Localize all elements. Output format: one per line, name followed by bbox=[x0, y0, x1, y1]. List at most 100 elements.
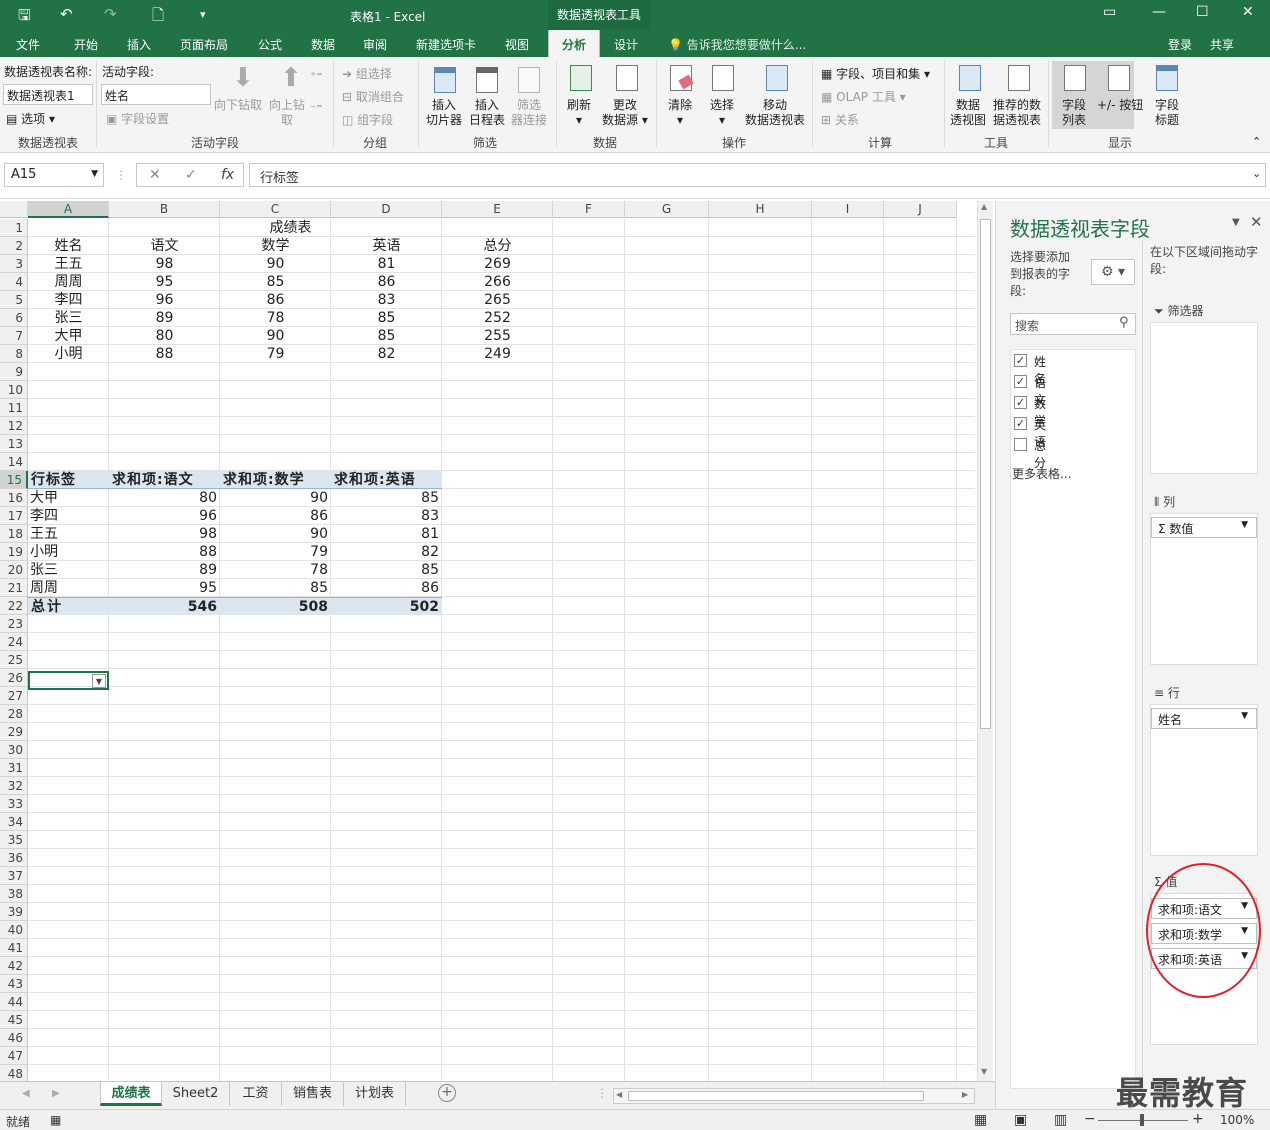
row-header[interactable]: 8 bbox=[0, 345, 28, 363]
zoom-level[interactable]: 100% bbox=[1220, 1113, 1254, 1127]
column-header[interactable]: D bbox=[331, 201, 442, 218]
table-title[interactable]: 成绩表 bbox=[28, 219, 553, 237]
page-layout-view-icon[interactable]: ▣ bbox=[1014, 1112, 1027, 1128]
checkbox[interactable]: ✓ bbox=[1014, 417, 1027, 430]
sheet-tab-scores[interactable]: 成绩表 bbox=[100, 1082, 162, 1106]
worksheet-grid[interactable]: ABCDEFGHIJ 1 2 3 4 5 6 7 8 9 10 11 12 13 14 15 16 17 18 19… bbox=[0, 201, 975, 1081]
row-header[interactable]: 3 bbox=[0, 255, 28, 273]
table-cell[interactable]: 269 bbox=[442, 255, 553, 273]
scroll-down-icon[interactable]: ▼ bbox=[981, 1067, 987, 1076]
zoom-out-icon[interactable]: − bbox=[1084, 1111, 1096, 1127]
checkbox[interactable]: ✓ bbox=[1014, 375, 1027, 388]
expand-formula-icon[interactable]: ⌄ bbox=[1252, 167, 1261, 180]
column-header[interactable]: B bbox=[109, 201, 220, 218]
tab-home[interactable]: 开始 bbox=[74, 36, 98, 53]
close-icon[interactable]: ✕ bbox=[1242, 4, 1254, 20]
olap-tools-button[interactable]: ▦ OLAP 工具 ▾ bbox=[821, 88, 906, 105]
field-settings-button[interactable]: ▣ 字段设置 bbox=[106, 110, 169, 127]
undo-icon[interactable]: ↶ bbox=[60, 5, 73, 23]
row-header[interactable]: 11 bbox=[0, 399, 28, 417]
filter-connections-button[interactable]: 筛选 器连接 bbox=[511, 98, 547, 128]
macro-record-icon[interactable]: ▦ bbox=[50, 1113, 61, 1127]
fields-items-sets-button[interactable]: ▦ 字段、项目和集 ▾ bbox=[821, 65, 930, 82]
pivot-cell[interactable]: 79 bbox=[220, 543, 331, 561]
table-cell[interactable]: 90 bbox=[220, 255, 331, 273]
pivot-cell[interactable]: 89 bbox=[109, 561, 220, 579]
row-header[interactable]: 38 bbox=[0, 885, 28, 903]
pivot-cell[interactable]: 大甲 bbox=[28, 489, 109, 507]
row-header[interactable]: 42 bbox=[0, 957, 28, 975]
columns-field-values[interactable]: Σ 数值 ▼ bbox=[1151, 517, 1257, 538]
pivot-header-cell[interactable]: 求和项:语文 bbox=[109, 471, 220, 489]
row-header[interactable]: 23 bbox=[0, 615, 28, 633]
pivot-cell[interactable]: 85 bbox=[220, 579, 331, 597]
field-search-box[interactable]: 搜索 ⚲ bbox=[1010, 313, 1136, 335]
tab-split-icon[interactable]: ⋮ bbox=[596, 1086, 608, 1100]
recommended-pivot-button[interactable]: 推荐的数 据透视表 bbox=[993, 98, 1041, 128]
pivot-cell[interactable]: 98 bbox=[109, 525, 220, 543]
scroll-up-icon[interactable]: ▲ bbox=[981, 202, 987, 211]
vertical-scroll-thumb[interactable] bbox=[980, 219, 991, 729]
checkbox[interactable]: ✓ bbox=[1014, 396, 1027, 409]
table-cell[interactable]: 王五 bbox=[28, 255, 109, 273]
vertical-scrollbar[interactable]: ▲ ▼ bbox=[977, 201, 993, 1081]
table-cell[interactable]: 265 bbox=[442, 291, 553, 309]
sheet-tab-sheet2[interactable]: Sheet2 bbox=[162, 1082, 230, 1106]
row-header[interactable]: 40 bbox=[0, 921, 28, 939]
pivot-total-cell[interactable]: 总计 bbox=[28, 597, 109, 615]
table-cell[interactable]: 张三 bbox=[28, 309, 109, 327]
pivot-cell[interactable]: 81 bbox=[331, 525, 442, 543]
sheet-tab-salary[interactable]: 工资 bbox=[230, 1082, 282, 1106]
drill-up-button[interactable]: 向上钻取 bbox=[267, 98, 307, 128]
table-cell[interactable]: 81 bbox=[331, 255, 442, 273]
row-label-filter-button[interactable]: ▼ bbox=[92, 674, 106, 688]
save-icon[interactable]: 🖫 bbox=[18, 5, 31, 30]
row-header[interactable]: 28 bbox=[0, 705, 28, 723]
table-cell[interactable]: 266 bbox=[442, 273, 553, 291]
pivot-cell[interactable]: 88 bbox=[109, 543, 220, 561]
column-header[interactable]: A bbox=[28, 201, 109, 218]
ribbon-display-icon[interactable]: ▭ bbox=[1103, 4, 1116, 20]
row-header[interactable]: 5 bbox=[0, 291, 28, 309]
pivot-cell[interactable]: 83 bbox=[331, 507, 442, 525]
row-header[interactable]: 2 bbox=[0, 237, 28, 255]
table-cell[interactable]: 255 bbox=[442, 327, 553, 345]
table-cell[interactable]: 李四 bbox=[28, 291, 109, 309]
pivot-cell[interactable]: 85 bbox=[331, 489, 442, 507]
share-button[interactable]: 共享 bbox=[1210, 36, 1234, 53]
cancel-icon[interactable]: ✕ bbox=[149, 167, 161, 183]
row-header[interactable]: 35 bbox=[0, 831, 28, 849]
search-icon[interactable]: ⚲ bbox=[1119, 315, 1129, 330]
login-link[interactable]: 登录 bbox=[1168, 36, 1192, 53]
table-cell[interactable]: 249 bbox=[442, 345, 553, 363]
row-header[interactable]: 30 bbox=[0, 741, 28, 759]
row-header[interactable]: 45 bbox=[0, 1011, 28, 1029]
table-cell[interactable]: 79 bbox=[220, 345, 331, 363]
group-field-button[interactable]: ◫ 组字段 bbox=[342, 111, 393, 128]
customize-qat-icon[interactable]: ▾ bbox=[200, 8, 206, 21]
row-header[interactable]: 7 bbox=[0, 327, 28, 345]
table-cell[interactable]: 小明 bbox=[28, 345, 109, 363]
maximize-icon[interactable]: ☐ bbox=[1196, 4, 1209, 20]
row-header[interactable]: 32 bbox=[0, 777, 28, 795]
table-cell[interactable]: 252 bbox=[442, 309, 553, 327]
pivot-cell[interactable]: 95 bbox=[109, 579, 220, 597]
table-cell[interactable]: 周周 bbox=[28, 273, 109, 291]
row-header[interactable]: 46 bbox=[0, 1029, 28, 1047]
clear-button[interactable]: 清除 ▾ bbox=[668, 98, 692, 128]
row-header[interactable]: 12 bbox=[0, 417, 28, 435]
panel-options-icon[interactable]: ▼ bbox=[1232, 217, 1240, 228]
table-cell[interactable]: 89 bbox=[109, 309, 220, 327]
row-header[interactable]: 27 bbox=[0, 687, 28, 705]
tab-new-tab[interactable]: 新建选项卡 bbox=[416, 36, 476, 53]
pivot-header-cell[interactable]: 求和项:英语 bbox=[331, 471, 442, 489]
sheet-tab-plan[interactable]: 计划表 bbox=[344, 1082, 406, 1106]
pivot-header-cell[interactable]: 求和项:数学 bbox=[220, 471, 331, 489]
field-headers-button[interactable]: 字段 标题 bbox=[1155, 98, 1179, 128]
drill-down-button[interactable]: 向下钻取 bbox=[214, 98, 262, 113]
row-header[interactable]: 39 bbox=[0, 903, 28, 921]
table-cell[interactable]: 86 bbox=[331, 273, 442, 291]
row-header[interactable]: 15 bbox=[0, 471, 28, 489]
pivot-cell[interactable]: 80 bbox=[109, 489, 220, 507]
table-cell[interactable]: 96 bbox=[109, 291, 220, 309]
